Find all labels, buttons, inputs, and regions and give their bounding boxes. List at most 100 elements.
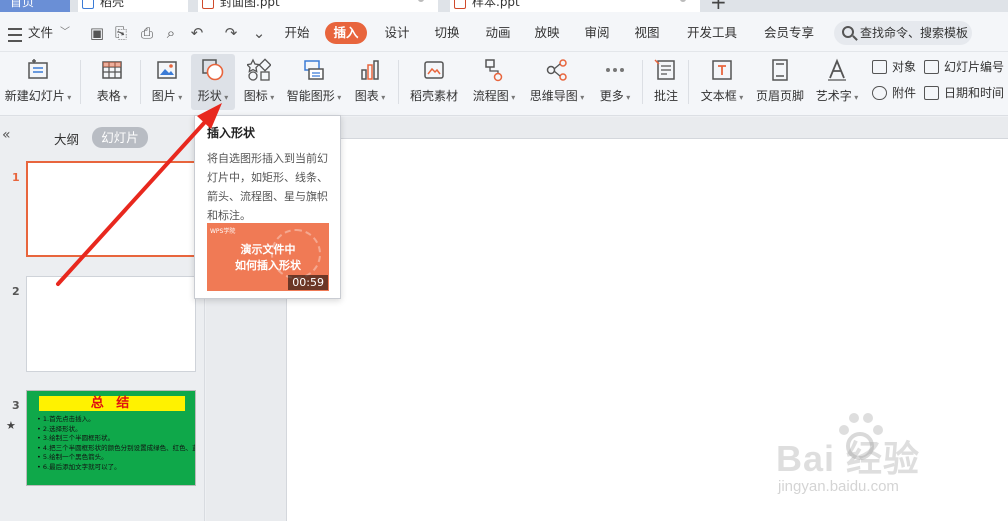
- tab-home[interactable]: 首页: [0, 0, 70, 12]
- icon-label: 图标: [243, 89, 268, 103]
- slide3-bullet-list: • 1.首先点击插入。 • 2.选择形状。 • 3.绘制三个半圆框形状。 • 4.把三…: [37, 415, 195, 472]
- slide3-bullet-item: • 5.绘制一个黑色箭头。: [37, 453, 108, 461]
- outline-view-tab[interactable]: 大纲: [54, 129, 79, 148]
- video-title-line1: 演示文件中: [240, 243, 296, 256]
- paperclip-icon: [872, 86, 887, 100]
- picture-label: 图片: [151, 89, 176, 103]
- picture-button[interactable]: 图片 ▾: [146, 54, 188, 110]
- ribbon-tab-4[interactable]: 动画: [481, 22, 515, 44]
- ribbon-tab-3[interactable]: 切换: [430, 22, 464, 44]
- ribbon-separator: [398, 60, 399, 104]
- new-tab-plus-icon[interactable]: +: [710, 0, 727, 12]
- ribbon-tab-2[interactable]: 设计: [380, 22, 414, 44]
- mindmap-icon: [546, 59, 567, 81]
- mindmap-button[interactable]: 思维导图 ▾: [526, 54, 588, 110]
- collapse-panel-icon[interactable]: «: [2, 127, 11, 143]
- slide-thumbnail-panel: « 大纲 幻灯片 1 2 3 ★ 总 结 • 1.首先点击插入。 • 2.选择形状…: [0, 117, 205, 521]
- search-placeholder: 查找命令、搜索模板: [860, 26, 969, 40]
- icon-button[interactable]: 图标 ▾: [238, 54, 280, 110]
- animation-star-icon: ★: [6, 419, 16, 432]
- video-duration: 00:59: [288, 275, 328, 290]
- wordart-button[interactable]: 艺术字 ▾: [812, 54, 862, 110]
- file-menu[interactable]: 文件: [28, 22, 53, 44]
- smartart-button[interactable]: 智能图形 ▾: [284, 54, 344, 110]
- docer-material-button[interactable]: 稻壳素材: [406, 54, 462, 110]
- slide3-bullet-item: • 6.最后添加文字就可以了。: [37, 462, 121, 471]
- textbox-label: 文本框: [700, 89, 737, 103]
- wordart-label: 艺术字: [815, 89, 852, 103]
- slide-number-button[interactable]: 幻灯片编号: [924, 58, 1004, 76]
- tab-document-cover[interactable]: 封面图.ppt: [198, 0, 438, 12]
- more-button[interactable]: 更多 ▾: [594, 54, 636, 110]
- ribbon-separator: [80, 60, 81, 104]
- table-button[interactable]: 表格 ▾: [90, 54, 134, 110]
- insert-ribbon: 新建幻灯片 ▾ 表格 ▾ 图片 ▾ 形状 ▾ 图标 ▾ 智能图形 ▾ 图表 ▾ …: [0, 52, 1008, 116]
- slide-number-icon: [924, 60, 939, 74]
- ribbon-separator: [140, 60, 141, 104]
- quick-access-dropdown-icon[interactable]: ⌄: [250, 24, 268, 42]
- slide3-bullet-item: • 3.绘制三个半圆框形状。: [37, 434, 115, 442]
- video-title-line2: 如何插入形状: [235, 259, 301, 272]
- flowchart-button[interactable]: 流程图 ▾: [468, 54, 520, 110]
- redo-icon[interactable]: ↷: [222, 24, 240, 42]
- slide3-title: 总 结: [39, 396, 185, 411]
- icon-library-icon: [247, 58, 271, 81]
- slide3-bullet-item: • 2.选择形状。: [37, 424, 82, 433]
- save-icon[interactable]: ▣: [88, 24, 106, 42]
- ppt-file-icon: [202, 0, 214, 9]
- attachment-button[interactable]: 附件: [872, 84, 916, 102]
- textbox-button[interactable]: 文本框 ▾: [696, 54, 748, 110]
- ribbon-tab-6[interactable]: 审阅: [580, 22, 614, 44]
- ribbon-tab-9[interactable]: 会员专享: [758, 22, 820, 44]
- undo-icon[interactable]: ↶: [188, 24, 206, 42]
- comment-icon: [654, 59, 675, 80]
- header-footer-label: 页眉页脚: [755, 89, 804, 103]
- docer-icon: [82, 0, 94, 9]
- chart-button[interactable]: 图表 ▾: [350, 54, 390, 110]
- print-preview-icon[interactable]: ⌕: [162, 24, 180, 42]
- chart-icon: [361, 60, 379, 80]
- smartart-label: 智能图形: [286, 89, 335, 103]
- search-command-box[interactable]: 查找命令、搜索模板: [834, 21, 972, 45]
- object-label: 对象: [892, 60, 917, 74]
- tooltip-description: 将自选图形插入到当前幻灯片中，如矩形、线条、箭头、流程图、星与旗帜和标注。: [207, 152, 328, 222]
- shape-icon: [202, 59, 224, 81]
- search-icon: [842, 26, 854, 38]
- close-tab-icon[interactable]: [680, 0, 686, 2]
- datetime-button[interactable]: 日期和时间: [924, 84, 1004, 102]
- object-icon: [872, 60, 887, 74]
- table-icon: [102, 61, 122, 79]
- hamburger-menu-icon[interactable]: [8, 22, 24, 44]
- textbox-icon: [712, 60, 732, 80]
- ribbon-tab-8[interactable]: 开发工具: [682, 22, 742, 44]
- header-footer-button[interactable]: 页眉页脚: [752, 54, 808, 110]
- close-tab-icon[interactable]: [418, 0, 424, 2]
- tutorial-video-thumbnail[interactable]: WPS学院 演示文件中 如何插入形状 00:59: [207, 223, 329, 291]
- wps-academy-logo: WPS学院: [210, 228, 236, 235]
- calendar-icon: [924, 86, 939, 100]
- docer-material-label: 稻壳素材: [409, 89, 458, 103]
- slide-thumbnail-2[interactable]: [26, 276, 196, 372]
- new-slide-button[interactable]: 新建幻灯片 ▾: [2, 54, 74, 110]
- output-icon[interactable]: ⎘: [112, 24, 130, 42]
- tab-document-sample-label: 样本.ppt: [472, 0, 520, 9]
- tab-docer[interactable]: 稻壳: [78, 0, 188, 12]
- ribbon-tab-1[interactable]: 插入: [325, 22, 367, 44]
- slides-view-tab[interactable]: 幻灯片: [92, 127, 148, 148]
- baidu-jingyan-watermark: Bai 经验 jingyan.baidu.com: [770, 408, 1000, 516]
- object-button[interactable]: 对象: [872, 58, 916, 76]
- ribbon-tab-5[interactable]: 放映: [530, 22, 564, 44]
- ribbon-tab-7[interactable]: 视图: [630, 22, 664, 44]
- ribbon-tab-0[interactable]: 开始: [283, 22, 311, 44]
- chevron-down-icon[interactable]: ﹀: [60, 22, 70, 44]
- slide-thumbnail-1[interactable]: [26, 161, 196, 257]
- tab-docer-label: 稻壳: [100, 0, 125, 9]
- shape-button[interactable]: 形状 ▾: [191, 54, 235, 110]
- datetime-label: 日期和时间: [944, 86, 1005, 100]
- flowchart-label: 流程图: [472, 89, 509, 103]
- tab-document-sample[interactable]: 样本.ppt: [450, 0, 700, 12]
- print-icon[interactable]: ⎙: [138, 24, 156, 42]
- slide-thumbnail-3[interactable]: 总 结 • 1.首先点击插入。 • 2.选择形状。 • 3.绘制三个半圆框形状。 • …: [26, 390, 196, 486]
- comment-button[interactable]: 批注: [648, 54, 684, 110]
- comment-label: 批注: [653, 89, 678, 103]
